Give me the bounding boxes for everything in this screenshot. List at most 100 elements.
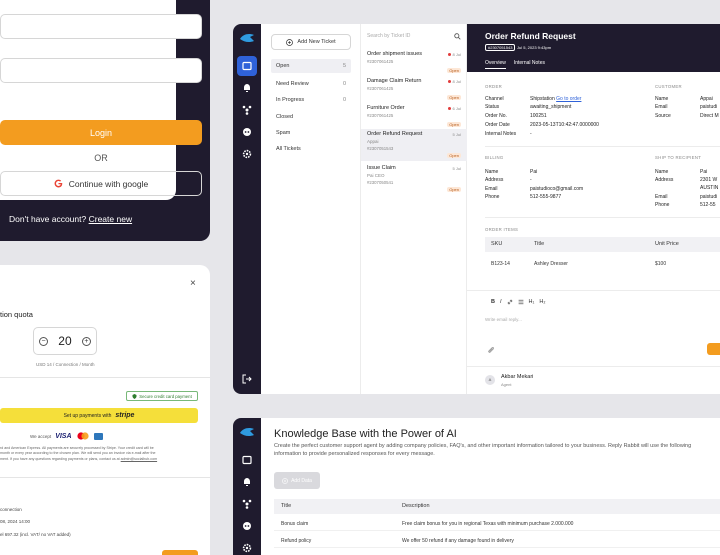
billing-email: Email paistudioco@gmail.com: [485, 186, 583, 192]
filter-open[interactable]: Open 5: [271, 59, 351, 73]
confirm-button[interactable]: [162, 550, 198, 555]
plus-icon[interactable]: +: [81, 336, 91, 346]
heading-1-button[interactable]: H₁: [529, 299, 535, 305]
gear-icon[interactable]: [237, 144, 257, 164]
ticket-item[interactable]: Damage Claim Return 8 Jul #2307061425 Op…: [361, 76, 467, 103]
status-badge: Open: [447, 187, 461, 192]
google-icon: [54, 179, 63, 188]
editor-toolbar: B I H₁ H₂: [491, 299, 545, 305]
filter-label: Open: [276, 63, 290, 69]
customer-section-label: CUSTOMER: [655, 84, 682, 89]
tickets-app: Add New Ticket Open 5 Need Review 0 In P…: [233, 24, 720, 394]
knowledge-base-panel: Knowledge Base with the Power of AI Crea…: [233, 418, 720, 555]
agent-name: Akbar Mekari: [501, 374, 534, 380]
ticket-item[interactable]: Issue Claim 5 Jul Pai CEO #2307050541 Op…: [361, 163, 467, 195]
tickets-nav-icon[interactable]: [237, 450, 257, 470]
gear-icon[interactable]: [237, 538, 257, 555]
contact-email-link[interactable]: admin@socialhub.com: [121, 457, 157, 461]
email-field[interactable]: [0, 14, 202, 39]
field-value: Pai: [700, 169, 708, 175]
accepts-label: We accept: [30, 433, 52, 439]
ticket-date-text: 6 Jul: [452, 106, 461, 111]
ticket-item-selected[interactable]: Order Refund Request 5 Jul Appai #230705…: [361, 129, 467, 161]
order-status: Status awaiting_shipment: [485, 104, 571, 110]
field-key: Phone: [655, 202, 670, 208]
bell-icon[interactable]: [237, 472, 257, 492]
shield-icon: [132, 393, 137, 399]
login-button[interactable]: Login: [0, 120, 202, 145]
billing-name: Name Pai: [485, 169, 537, 175]
close-icon[interactable]: ×: [190, 278, 196, 289]
list-icon[interactable]: [518, 299, 524, 305]
quantity-stepper[interactable]: − 20 +: [33, 327, 97, 355]
login-card: Login OR Continue with google: [0, 0, 202, 200]
logout-icon[interactable]: [237, 369, 257, 389]
filter-in-progress[interactable]: In Progress 0: [271, 93, 351, 107]
ticket-date-text: 8 Jul: [452, 79, 461, 84]
filter-spam[interactable]: Spam: [271, 126, 351, 140]
go-to-order-link[interactable]: Go to order: [556, 96, 581, 102]
link-icon[interactable]: [507, 299, 513, 305]
unread-dot-icon: [447, 107, 451, 110]
customer-source: Source Direct M: [655, 113, 719, 119]
plus-circle-icon: [286, 38, 294, 46]
create-new-link[interactable]: Create new: [89, 214, 132, 224]
filter-closed[interactable]: Closed: [271, 110, 351, 124]
ship-email: Email paistudi: [655, 194, 717, 200]
sidebar-nav: [233, 418, 261, 555]
table-cell: Free claim bonus for you in regional Tex…: [402, 521, 574, 527]
ship-address: Address 2301 W: [655, 177, 717, 183]
send-button[interactable]: [707, 343, 720, 355]
filter-need-review[interactable]: Need Review 0: [271, 77, 351, 91]
tab-overview[interactable]: Overview: [485, 60, 506, 69]
status-badge: Open: [447, 95, 461, 100]
filter-all-tickets[interactable]: All Tickets: [271, 142, 351, 156]
detail-header: Order Refund Request #2307051543 Jul 5, …: [467, 24, 720, 72]
heading-2-button[interactable]: H₂: [539, 299, 545, 305]
ticket-item[interactable]: Furniture Order 6 Jul #2307061425 Open: [361, 103, 467, 130]
field-key: Order No.: [485, 113, 507, 119]
google-login-button[interactable]: Continue with google: [0, 171, 202, 196]
unread-dot-icon: [447, 53, 451, 56]
reply-placeholder: Write email reply...: [485, 317, 522, 322]
reply-editor[interactable]: B I H₁ H₂ Write email reply...: [467, 290, 720, 362]
password-field[interactable]: [0, 58, 202, 83]
ticket-customer: Appai: [367, 139, 379, 144]
table-row[interactable]: Bonus claim Free claim bonus for you in …: [274, 517, 720, 531]
table-row[interactable]: Refund policy We offer 50 refund if any …: [274, 534, 720, 548]
field-value: 512-55: [700, 202, 716, 208]
agent-role: Agent: [501, 382, 512, 387]
tab-internal-notes[interactable]: Internal Notes: [514, 60, 545, 69]
italic-button[interactable]: I: [500, 299, 502, 305]
integrations-icon[interactable]: [237, 100, 257, 120]
bell-icon[interactable]: [237, 78, 257, 98]
ticket-search-input[interactable]: Search by Ticket ID: [367, 30, 461, 42]
filter-label: In Progress: [276, 97, 305, 103]
ship-section-label: SHIP TO RECIPIENT: [655, 155, 702, 160]
ai-icon[interactable]: [237, 122, 257, 142]
order-section-label: ORDER: [485, 84, 503, 89]
ticket-customer: Pai CEO: [367, 173, 385, 178]
ticket-filters: Add New Ticket Open 5 Need Review 0 In P…: [261, 24, 361, 394]
bold-button[interactable]: B: [491, 299, 495, 305]
ship-phone: Phone 512-55: [655, 202, 716, 208]
ai-icon[interactable]: [237, 516, 257, 536]
ticket-date: 5 Jul: [452, 132, 461, 137]
tickets-nav-icon[interactable]: [237, 56, 257, 76]
field-value: Direct M: [700, 113, 719, 119]
summary-line: el 697.32 (incl. VAT/ no VAT added): [0, 532, 71, 537]
add-data-button[interactable]: Add Data: [274, 472, 320, 489]
filter-count: 0: [342, 81, 346, 87]
stripe-logo: stripe: [115, 412, 135, 419]
ticket-id: #2307061425: [367, 113, 394, 118]
add-ticket-button[interactable]: Add New Ticket: [271, 34, 351, 50]
ticket-id-badge: #2307051543: [485, 44, 516, 51]
table-cell: B123-14: [491, 261, 510, 267]
attachment-icon[interactable]: [487, 346, 495, 354]
integrations-icon[interactable]: [237, 494, 257, 514]
minus-icon[interactable]: −: [39, 336, 49, 346]
assigned-agent: A Akbar Mekari Agent: [467, 366, 720, 394]
ticket-item[interactable]: Order shipment issues 8 Jul #2307061425 …: [361, 49, 467, 76]
stripe-setup-button[interactable]: Set up payments with stripe: [0, 408, 198, 423]
table-cell: We offer 50 refund if any damage found i…: [402, 538, 514, 544]
